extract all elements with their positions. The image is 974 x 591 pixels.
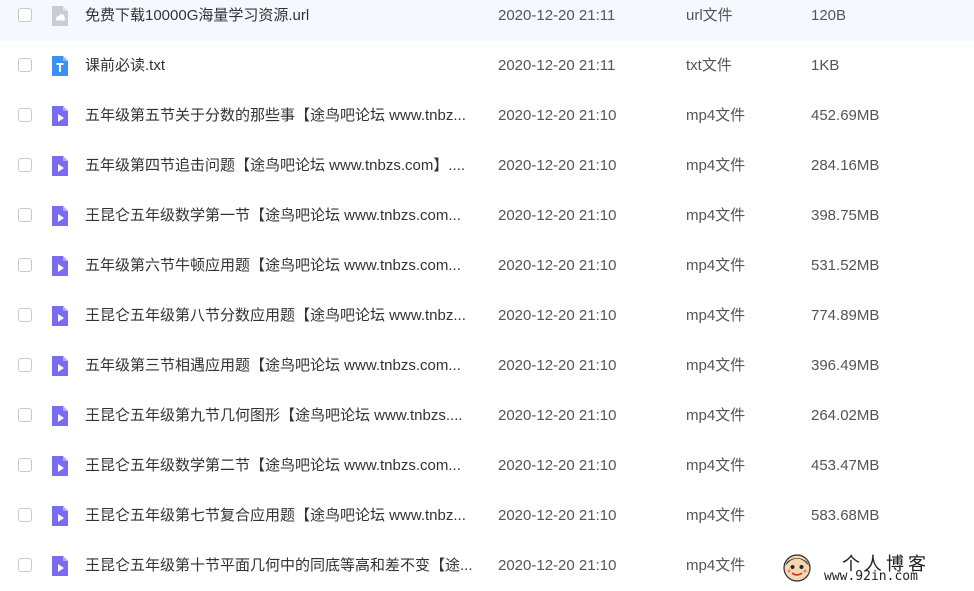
file-type: mp4文件 [686, 407, 746, 424]
file-date: 2020-12-20 21:10 [498, 357, 617, 374]
file-name[interactable]: 王昆仑五年级数学第一节【途鸟吧论坛 www.tnbzs.com... [85, 191, 480, 241]
file-size: 531.52MB [811, 257, 880, 274]
file-row[interactable]: 五年级第三节相遇应用题【途鸟吧论坛 www.tnbzs.com... 2020-1… [0, 341, 974, 391]
file-row[interactable]: 王昆仑五年级第九节几何图形【途鸟吧论坛 www.tnbzs.... 2020-12… [0, 391, 974, 441]
file-type: mp4文件 [686, 107, 746, 124]
file-type: mp4文件 [686, 307, 746, 324]
file-size: 1KB [811, 57, 840, 74]
file-row[interactable]: 五年级第四节追击问题【途鸟吧论坛 www.tnbzs.com】.... 2020-… [0, 141, 974, 191]
row-checkbox[interactable] [18, 358, 32, 372]
file-type: mp4文件 [686, 557, 746, 574]
file-size: 396.49MB [811, 357, 880, 374]
file-type: mp4文件 [686, 357, 746, 374]
file-type: txt文件 [686, 57, 732, 74]
file-name[interactable]: 王昆仑五年级第八节分数应用题【途鸟吧论坛 www.tnbz... [85, 291, 480, 341]
file-row[interactable]: 王昆仑五年级数学第二节【途鸟吧论坛 www.tnbzs.com... 2020-1… [0, 441, 974, 491]
video-file-icon [50, 305, 70, 327]
file-list: 免费下载10000G海量学习资源.url 2020-12-20 21:11 url文… [0, 0, 974, 591]
file-size: 774.89MB [811, 307, 880, 324]
file-name[interactable]: 王昆仑五年级第十节平面几何中的同底等高和差不变【途... [85, 541, 480, 591]
file-name[interactable]: 王昆仑五年级第七节复合应用题【途鸟吧论坛 www.tnbz... [85, 491, 480, 541]
file-date: 2020-12-20 21:10 [498, 107, 617, 124]
row-checkbox[interactable] [18, 8, 32, 22]
file-size: 583.68MB [811, 507, 880, 524]
video-file-icon [50, 205, 70, 227]
file-name[interactable]: 王昆仑五年级数学第二节【途鸟吧论坛 www.tnbzs.com... [85, 441, 480, 491]
file-row[interactable]: 王昆仑五年级数学第一节【途鸟吧论坛 www.tnbzs.com... 2020-1… [0, 191, 974, 241]
row-checkbox[interactable] [18, 558, 32, 572]
row-checkbox[interactable] [18, 58, 32, 72]
row-checkbox[interactable] [18, 408, 32, 422]
file-date: 2020-12-20 21:10 [498, 207, 617, 224]
row-checkbox[interactable] [18, 258, 32, 272]
file-date: 2020-12-20 21:10 [498, 307, 617, 324]
row-checkbox[interactable] [18, 308, 32, 322]
file-name[interactable]: 五年级第五节关于分数的那些事【途鸟吧论坛 www.tnbz... [85, 91, 480, 141]
link-file-icon [50, 5, 70, 27]
file-type: mp4文件 [686, 207, 746, 224]
watermark-url: www.92in.com [824, 569, 918, 584]
video-file-icon [50, 255, 70, 277]
row-checkbox[interactable] [18, 508, 32, 522]
file-date: 2020-12-20 21:10 [498, 257, 617, 274]
file-size: 120B [811, 7, 847, 24]
file-date: 2020-12-20 21:10 [498, 407, 617, 424]
file-date: 2020-12-20 21:11 [498, 7, 616, 24]
file-size: 452.69MB [811, 107, 880, 124]
video-file-icon [50, 355, 70, 377]
file-row[interactable]: 课前必读.txt 2020-12-20 21:11 txt文件 1KB [0, 41, 974, 91]
file-date: 2020-12-20 21:10 [498, 157, 617, 174]
file-row[interactable]: 五年级第五节关于分数的那些事【途鸟吧论坛 www.tnbz... 2020-12-… [0, 91, 974, 141]
video-file-icon [50, 455, 70, 477]
row-checkbox[interactable] [18, 108, 32, 122]
row-checkbox[interactable] [18, 208, 32, 222]
cartoon-avatar-icon [782, 553, 812, 583]
file-row[interactable]: 五年级第六节牛顿应用题【途鸟吧论坛 www.tnbzs.com... 2020-1… [0, 241, 974, 291]
file-type: mp4文件 [686, 457, 746, 474]
file-name[interactable]: 五年级第四节追击问题【途鸟吧论坛 www.tnbzs.com】.... [85, 141, 480, 191]
watermark: 个人博客 www.92in.com [782, 551, 968, 585]
video-file-icon [50, 155, 70, 177]
row-checkbox[interactable] [18, 458, 32, 472]
file-type: mp4文件 [686, 507, 746, 524]
file-date: 2020-12-20 21:11 [498, 57, 616, 74]
file-name[interactable]: 五年级第三节相遇应用题【途鸟吧论坛 www.tnbzs.com... [85, 341, 480, 391]
file-size: 284.16MB [811, 157, 880, 174]
file-row[interactable]: 免费下载10000G海量学习资源.url 2020-12-20 21:11 url文… [0, 0, 974, 41]
video-file-icon [50, 105, 70, 127]
file-date: 2020-12-20 21:10 [498, 457, 617, 474]
video-file-icon [50, 505, 70, 527]
text-file-icon [50, 55, 70, 77]
row-checkbox[interactable] [18, 158, 32, 172]
file-type: mp4文件 [686, 257, 746, 274]
file-row[interactable]: 王昆仑五年级第八节分数应用题【途鸟吧论坛 www.tnbz... 2020-12-… [0, 291, 974, 341]
file-date: 2020-12-20 21:10 [498, 507, 617, 524]
video-file-icon [50, 405, 70, 427]
file-date: 2020-12-20 21:10 [498, 557, 617, 574]
file-name[interactable]: 免费下载10000G海量学习资源.url [85, 0, 480, 41]
file-type: url文件 [686, 7, 733, 24]
file-type: mp4文件 [686, 157, 746, 174]
file-name[interactable]: 王昆仑五年级第九节几何图形【途鸟吧论坛 www.tnbzs.... [85, 391, 480, 441]
file-size: 398.75MB [811, 207, 880, 224]
file-size: 264.02MB [811, 407, 880, 424]
video-file-icon [50, 555, 70, 577]
file-name[interactable]: 五年级第六节牛顿应用题【途鸟吧论坛 www.tnbzs.com... [85, 241, 480, 291]
file-name[interactable]: 课前必读.txt [85, 41, 480, 91]
file-size: 453.47MB [811, 457, 880, 474]
file-row[interactable]: 王昆仑五年级第七节复合应用题【途鸟吧论坛 www.tnbz... 2020-12-… [0, 491, 974, 541]
